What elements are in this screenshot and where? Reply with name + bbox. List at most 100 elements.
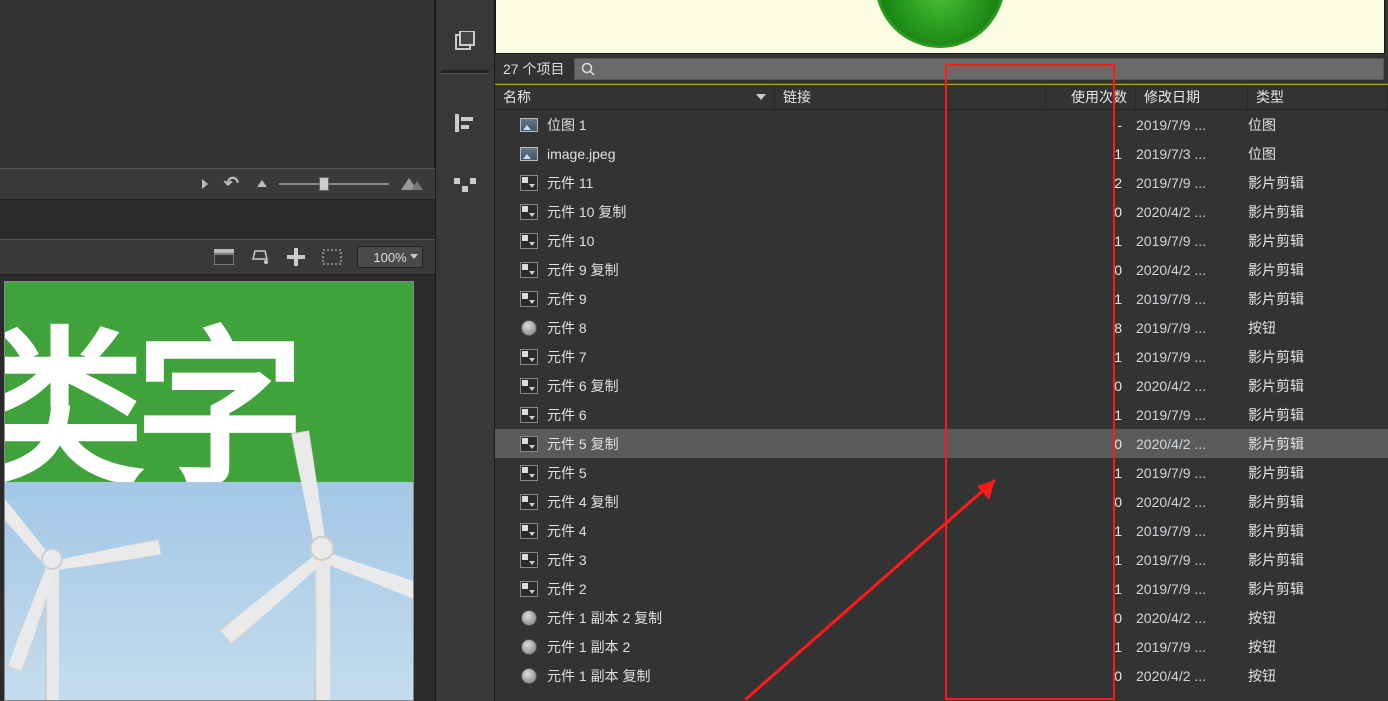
library-column-headers: 名称 链接 使用次数 修改日期 类型 xyxy=(495,84,1388,110)
header-type[interactable]: 类型 xyxy=(1248,85,1388,109)
chevron-down-icon xyxy=(410,254,418,259)
item-type-icon xyxy=(519,493,539,511)
item-type-icon xyxy=(519,116,539,134)
item-mod-date: 2019/7/9 ... xyxy=(1136,349,1248,365)
toolbar-divider xyxy=(441,70,489,74)
library-search-row: 27 个项目 xyxy=(495,54,1388,84)
library-row[interactable]: 位图 1-2019/7/9 ...位图 xyxy=(495,110,1388,139)
item-type: 影片剪辑 xyxy=(1248,579,1388,599)
clapper-icon[interactable] xyxy=(213,246,235,268)
item-use-count: 0 xyxy=(1048,494,1136,510)
item-name: 元件 6 xyxy=(547,405,779,425)
item-name: 元件 10 复制 xyxy=(547,202,779,222)
library-row[interactable]: image.jpeg12019/7/3 ...位图 xyxy=(495,139,1388,168)
left-gap xyxy=(0,200,435,240)
timeline-zoom-slider[interactable] xyxy=(279,183,389,185)
library-row[interactable]: 元件 612019/7/9 ...影片剪辑 xyxy=(495,400,1388,429)
library-row[interactable]: 元件 1012019/7/9 ...影片剪辑 xyxy=(495,226,1388,255)
item-type: 按钮 xyxy=(1248,608,1388,628)
item-type-icon xyxy=(519,174,539,192)
mountain-large-icon[interactable] xyxy=(401,178,429,190)
library-row[interactable]: 元件 1122019/7/9 ...影片剪辑 xyxy=(495,168,1388,197)
library-row[interactable]: 元件 1 副本 212019/7/9 ...按钮 xyxy=(495,632,1388,661)
item-type: 按钮 xyxy=(1248,318,1388,338)
item-type-icon xyxy=(519,609,539,627)
item-use-count: 0 xyxy=(1048,610,1136,626)
header-mod-date[interactable]: 修改日期 xyxy=(1136,85,1248,109)
clip-icon[interactable] xyxy=(321,246,343,268)
item-mod-date: 2019/7/9 ... xyxy=(1136,581,1248,597)
item-use-count: - xyxy=(1048,117,1136,133)
library-row[interactable]: 元件 5 复制02020/4/2 ...影片剪辑 xyxy=(495,429,1388,458)
library-row[interactable]: 元件 512019/7/9 ...影片剪辑 xyxy=(495,458,1388,487)
library-preview xyxy=(495,0,1385,54)
library-row[interactable]: 元件 212019/7/9 ...影片剪辑 xyxy=(495,574,1388,603)
item-mod-date: 2019/7/3 ... xyxy=(1136,146,1248,162)
onion-skin-icon[interactable] xyxy=(257,180,267,187)
library-row[interactable]: 元件 312019/7/9 ...影片剪辑 xyxy=(495,545,1388,574)
preview-green-orb xyxy=(875,0,1005,48)
item-name: 元件 1 副本 2 xyxy=(547,637,779,657)
item-type: 位图 xyxy=(1248,144,1388,164)
library-item-list[interactable]: 位图 1-2019/7/9 ...位图image.jpeg12019/7/3 .… xyxy=(495,110,1388,701)
item-type-icon xyxy=(519,290,539,308)
item-mod-date: 2020/4/2 ... xyxy=(1136,668,1248,684)
slider-knob[interactable] xyxy=(319,177,329,191)
item-type-icon xyxy=(519,203,539,221)
library-row[interactable]: 元件 412019/7/9 ...影片剪辑 xyxy=(495,516,1388,545)
library-row[interactable]: 元件 6 复制02020/4/2 ...影片剪辑 xyxy=(495,371,1388,400)
item-use-count: 1 xyxy=(1048,407,1136,423)
item-name: 元件 1 副本 2 复制 xyxy=(547,608,779,628)
item-type-icon xyxy=(519,232,539,250)
distribute-icon[interactable] xyxy=(449,172,481,198)
item-mod-date: 2019/7/9 ... xyxy=(1136,407,1248,423)
item-use-count: 8 xyxy=(1048,320,1136,336)
item-type-icon xyxy=(519,522,539,540)
item-mod-date: 2019/7/9 ... xyxy=(1136,291,1248,307)
stage-canvas[interactable]: 类字 xyxy=(4,281,414,701)
item-type-icon xyxy=(519,348,539,366)
item-name: 元件 7 xyxy=(547,347,779,367)
item-type: 按钮 xyxy=(1248,666,1388,686)
zoom-select[interactable]: 100% xyxy=(357,246,423,268)
left-panel: ↶ 100% xyxy=(0,0,435,701)
item-use-count: 1 xyxy=(1048,146,1136,162)
library-row[interactable]: 元件 1 副本 复制02020/4/2 ...按钮 xyxy=(495,661,1388,690)
library-row[interactable]: 元件 10 复制02020/4/2 ...影片剪辑 xyxy=(495,197,1388,226)
center-stage-icon[interactable] xyxy=(285,246,307,268)
play-icon[interactable] xyxy=(202,179,208,189)
item-type-icon xyxy=(519,638,539,656)
item-mod-date: 2019/7/9 ... xyxy=(1136,639,1248,655)
item-name: 元件 4 xyxy=(547,521,779,541)
item-type: 影片剪辑 xyxy=(1248,492,1388,512)
item-type-icon xyxy=(519,435,539,453)
stage-toolbar: 100% xyxy=(0,239,435,275)
item-name: 元件 9 复制 xyxy=(547,260,779,280)
library-search-input[interactable] xyxy=(574,58,1384,80)
library-row[interactable]: 元件 9 复制02020/4/2 ...影片剪辑 xyxy=(495,255,1388,284)
align-left-icon[interactable] xyxy=(449,110,481,136)
item-mod-date: 2020/4/2 ... xyxy=(1136,204,1248,220)
library-row[interactable]: 元件 912019/7/9 ...影片剪辑 xyxy=(495,284,1388,313)
library-row[interactable]: 元件 1 副本 2 复制 02020/4/2 ...按钮 xyxy=(495,603,1388,632)
item-name: 元件 5 复制 xyxy=(547,434,779,454)
library-row[interactable]: 元件 712019/7/9 ...影片剪辑 xyxy=(495,342,1388,371)
item-type: 影片剪辑 xyxy=(1248,231,1388,251)
item-name: 元件 6 复制 xyxy=(547,376,779,396)
header-use-count[interactable]: 使用次数 xyxy=(1046,85,1136,109)
paint-bucket-icon[interactable] xyxy=(249,246,271,268)
header-link[interactable]: 链接 xyxy=(775,85,1046,109)
library-row[interactable]: 元件 882019/7/9 ...按钮 xyxy=(495,313,1388,342)
item-name: 元件 3 xyxy=(547,550,779,570)
item-mod-date: 2019/7/9 ... xyxy=(1136,552,1248,568)
item-type: 影片剪辑 xyxy=(1248,260,1388,280)
item-use-count: 1 xyxy=(1048,552,1136,568)
item-mod-date: 2020/4/2 ... xyxy=(1136,610,1248,626)
header-name[interactable]: 名称 xyxy=(495,85,775,109)
item-type: 影片剪辑 xyxy=(1248,289,1388,309)
undo-icon[interactable]: ↶ xyxy=(220,173,243,194)
library-row[interactable]: 元件 4 复制02020/4/2 ...影片剪辑 xyxy=(495,487,1388,516)
item-type-icon xyxy=(519,667,539,685)
pages-icon[interactable] xyxy=(449,28,481,54)
item-name: 元件 4 复制 xyxy=(547,492,779,512)
